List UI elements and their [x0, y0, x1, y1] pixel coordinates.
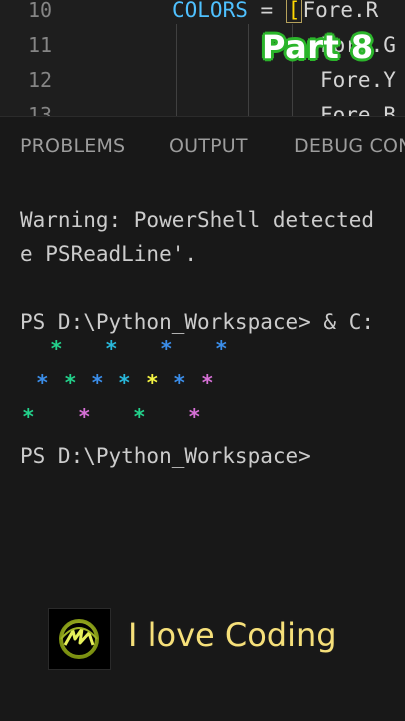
channel-logo — [48, 608, 111, 670]
star: * — [188, 405, 201, 429]
variable-token: COLORS — [172, 0, 248, 22]
line-number: 12 — [28, 68, 53, 92]
star: * — [118, 371, 131, 395]
star: * — [50, 337, 63, 361]
operator-token: = — [247, 0, 286, 22]
star: * — [160, 337, 173, 361]
star: * — [78, 405, 91, 429]
terminal-warning: e PSReadLine'. — [20, 242, 198, 266]
star-row: * * * * — [0, 402, 405, 432]
code-token: Fore.Y — [320, 68, 396, 92]
line-number: 13 — [28, 103, 53, 116]
tab-debug-console[interactable]: DEBUG CON — [294, 135, 405, 157]
logo-emblem-icon — [59, 619, 99, 659]
star: * — [22, 405, 35, 429]
star-row: * * * * — [0, 334, 405, 364]
line-number: 11 — [28, 33, 53, 57]
tab-problems[interactable]: PROBLEMS — [20, 135, 125, 157]
star: * — [133, 405, 146, 429]
star: * — [64, 371, 77, 395]
video-caption: I love Coding — [128, 616, 337, 654]
panel-tabs: PROBLEMS OUTPUT DEBUG CON — [0, 117, 405, 177]
star-row: * * * * * * * — [0, 368, 405, 398]
code-line[interactable]: 13 Fore.B — [0, 98, 405, 116]
star: * — [91, 371, 104, 395]
part-label: Part 8 — [262, 28, 374, 66]
bracket-token: [ — [285, 0, 303, 23]
code-editor[interactable]: 10 COLORS = [Fore.R 11 Fore.G 12 Fore.Y … — [0, 0, 405, 116]
star: * — [146, 371, 159, 395]
line-number: 10 — [28, 0, 53, 22]
terminal-warning: Warning: PowerShell detected — [20, 208, 375, 232]
star: * — [173, 371, 186, 395]
terminal-prompt: PS D:\Python_Workspace> — [20, 444, 311, 468]
star: * — [201, 371, 214, 395]
code-token: Fore.B — [320, 103, 396, 116]
star: * — [105, 337, 118, 361]
code-line[interactable]: 12 Fore.Y — [0, 63, 405, 97]
star: * — [215, 337, 228, 361]
code-token: Fore.R — [302, 0, 379, 22]
tab-output[interactable]: OUTPUT — [169, 135, 248, 157]
code-line[interactable]: 10 COLORS = [Fore.R — [0, 0, 405, 27]
star: * — [36, 371, 49, 395]
